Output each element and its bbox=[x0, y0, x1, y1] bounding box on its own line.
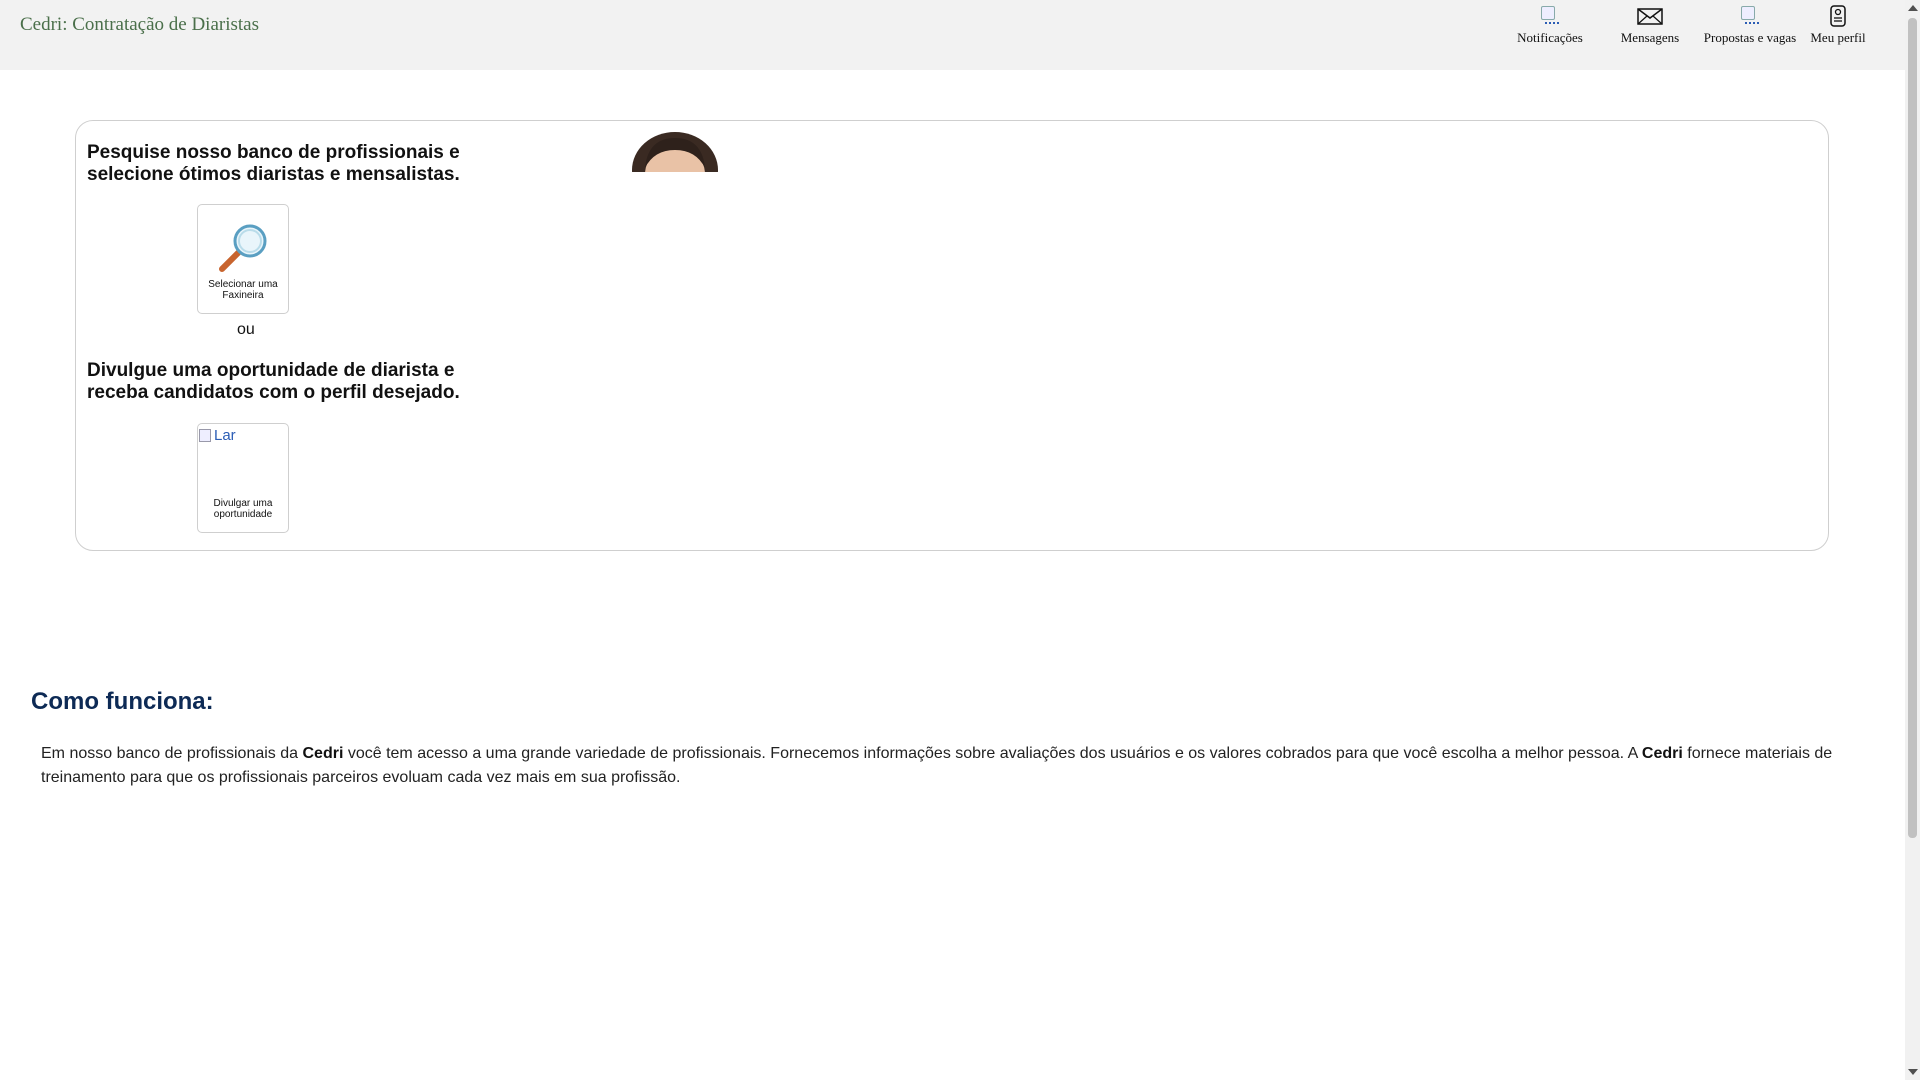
search-headline: Pesquise nosso banco de profissionais e … bbox=[87, 142, 460, 185]
notifications-icon bbox=[1539, 4, 1561, 28]
brand-mention: Cedri bbox=[302, 745, 344, 762]
user-card-icon bbox=[1830, 5, 1846, 27]
publish-headline: Divulgue uma oportunidade de diarista e … bbox=[87, 360, 460, 403]
nav-proposals-label: Propostas e vagas bbox=[1703, 30, 1797, 45]
top-navbar: Cedri: Contratação de Diaristas Notifica… bbox=[0, 0, 1905, 70]
woman-avatar bbox=[630, 128, 720, 172]
brand-mention: Cedri bbox=[1641, 745, 1683, 762]
magnifier-icon bbox=[219, 224, 267, 272]
publish-opportunity-label: Divulgar uma oportunidade bbox=[213, 498, 273, 520]
nav-profile-label: Meu perfil bbox=[1810, 30, 1866, 45]
how-it-works-title: Como funciona: bbox=[31, 688, 214, 715]
nav-notifications[interactable]: Notificações bbox=[1500, 4, 1600, 46]
brand-title[interactable]: Cedri: Contratação de Diaristas bbox=[20, 14, 259, 36]
scroll-thumb[interactable] bbox=[1908, 18, 1917, 838]
select-cleaner-label: Selecionar uma Faxineira bbox=[208, 279, 278, 301]
scroll-down-icon[interactable] bbox=[1908, 1069, 1918, 1075]
nav-profile[interactable]: Meu perfil bbox=[1788, 4, 1888, 46]
home-image-placeholder: Lar bbox=[198, 427, 236, 444]
or-separator: ou bbox=[237, 321, 255, 338]
nav-messages[interactable]: Mensagens bbox=[1600, 4, 1700, 46]
vertical-scrollbar[interactable] bbox=[1905, 0, 1920, 1080]
nav-messages-label: Mensagens bbox=[1620, 30, 1680, 45]
how-it-works-paragraph: Em nosso banco de profissionais da Cedri… bbox=[41, 745, 1833, 786]
scroll-up-icon[interactable] bbox=[1908, 5, 1918, 11]
nav-notifications-label: Notificações bbox=[1517, 30, 1583, 45]
proposals-icon bbox=[1739, 4, 1761, 28]
envelope-icon bbox=[1637, 8, 1663, 25]
nav-proposals[interactable]: Propostas e vagas bbox=[1700, 4, 1800, 46]
select-cleaner-button[interactable]: Selecionar uma Faxineira bbox=[197, 204, 289, 314]
publish-opportunity-button[interactable]: Lar Divulgar uma oportunidade bbox=[197, 423, 289, 533]
